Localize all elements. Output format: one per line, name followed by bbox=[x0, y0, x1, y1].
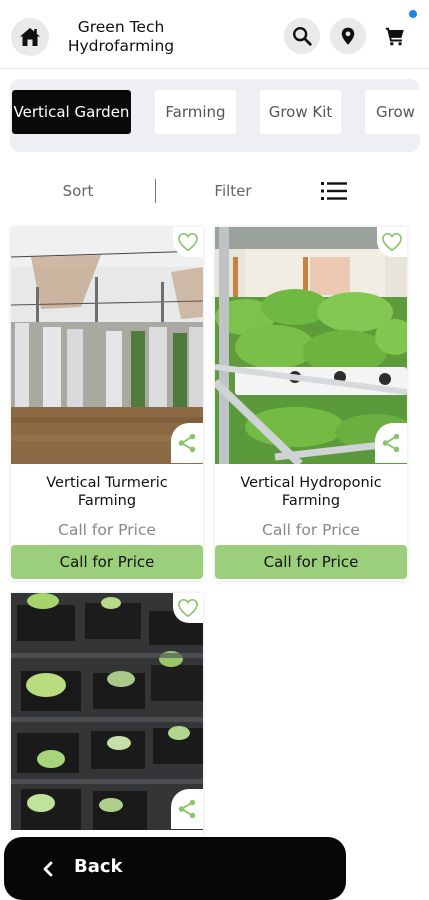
chevron-left-icon bbox=[38, 859, 58, 879]
home-button[interactable] bbox=[11, 18, 49, 56]
favorite-button[interactable] bbox=[377, 227, 407, 257]
cart-icon bbox=[385, 27, 404, 46]
heart-icon bbox=[178, 232, 198, 252]
app-header: Green Tech Hydrofarming bbox=[0, 0, 429, 68]
favorite-button[interactable] bbox=[173, 227, 203, 257]
share-button[interactable] bbox=[171, 423, 203, 463]
product-price: Call for Price bbox=[262, 521, 360, 539]
product-card[interactable]: Vertical Turmeric Farming Call for Price… bbox=[11, 227, 203, 581]
heart-icon bbox=[178, 598, 198, 618]
product-title: Vertical Hydroponic Farming bbox=[240, 475, 382, 509]
header-divider bbox=[0, 68, 429, 69]
product-list-screen: Green Tech Hydrofarming Vertical Garden … bbox=[0, 0, 429, 900]
cart-notification-dot bbox=[409, 10, 417, 18]
share-button[interactable] bbox=[171, 789, 203, 829]
product-image-hydroponic[interactable] bbox=[215, 227, 407, 464]
call-for-price-button[interactable]: Call for Price bbox=[11, 545, 203, 579]
home-icon bbox=[20, 28, 40, 46]
category-chip-vertical-garden[interactable]: Vertical Garden bbox=[12, 90, 131, 134]
sort-button[interactable]: Sort bbox=[48, 182, 108, 200]
share-icon bbox=[382, 433, 400, 453]
filter-button[interactable]: Filter bbox=[203, 182, 263, 200]
product-title: Vertical Turmeric Farming bbox=[46, 475, 168, 509]
category-chip-grow[interactable]: Grow bbox=[365, 90, 420, 134]
location-pin-icon bbox=[341, 27, 355, 45]
share-icon bbox=[178, 433, 196, 453]
search-button[interactable] bbox=[284, 18, 320, 54]
call-for-price-button[interactable]: Call for Price bbox=[215, 545, 407, 579]
product-image-planters[interactable] bbox=[11, 593, 203, 830]
location-button[interactable] bbox=[330, 18, 366, 54]
brand-line-1: Green Tech bbox=[77, 18, 165, 36]
list-view-icon bbox=[321, 182, 347, 200]
product-card[interactable]: Vertical Hydroponic Farming Call for Pri… bbox=[215, 227, 407, 581]
search-icon bbox=[293, 27, 312, 46]
heart-icon bbox=[382, 232, 402, 252]
share-icon bbox=[178, 799, 196, 819]
product-card[interactable] bbox=[11, 593, 203, 838]
share-button[interactable] bbox=[375, 423, 407, 463]
product-image-turmeric[interactable] bbox=[11, 227, 203, 464]
brand-name: Green Tech Hydrofarming bbox=[60, 18, 182, 56]
back-button[interactable]: Back bbox=[4, 837, 346, 900]
category-chip-farming[interactable]: Farming bbox=[155, 90, 236, 134]
category-strip[interactable]: Vertical Garden Farming Grow Kit Grow bbox=[10, 79, 420, 152]
list-view-button[interactable] bbox=[320, 178, 348, 204]
favorite-button[interactable] bbox=[173, 593, 203, 623]
category-chip-grow-kit[interactable]: Grow Kit bbox=[260, 90, 341, 134]
product-price: Call for Price bbox=[58, 521, 156, 539]
sort-filter-bar: Sort Filter bbox=[0, 172, 429, 212]
toolbar-divider bbox=[155, 179, 156, 203]
cart-button[interactable] bbox=[379, 20, 411, 52]
brand-line-2: Hydrofarming bbox=[67, 37, 175, 55]
back-label: Back bbox=[74, 856, 123, 877]
